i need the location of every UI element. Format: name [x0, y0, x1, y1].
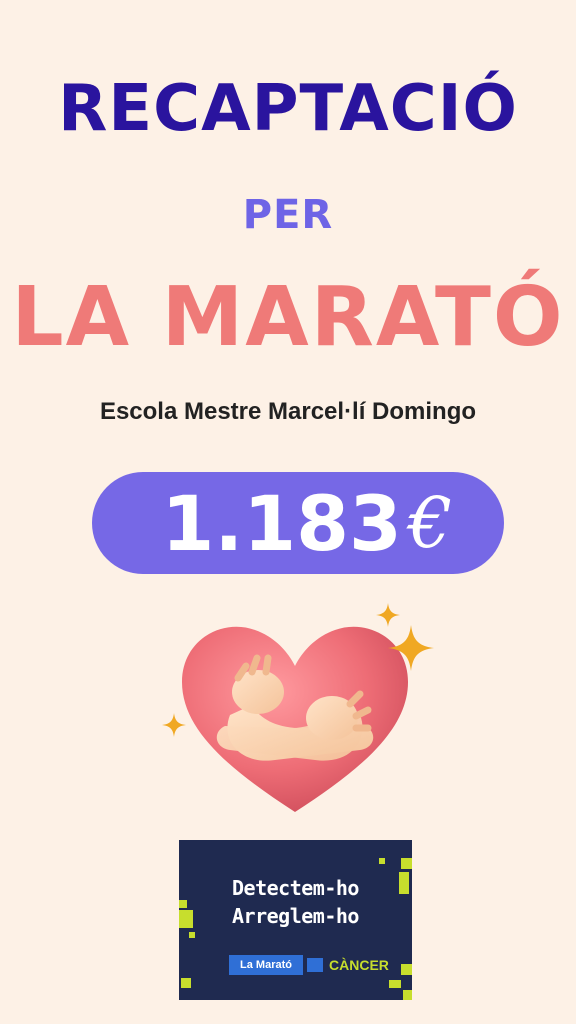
campaign-logo: Detectem-ho Arreglem-ho La Marató CÀNCER: [179, 840, 412, 1000]
sparkle-icon: [376, 603, 400, 627]
school-name: Escola Mestre Marcel·lí Domingo: [99, 398, 477, 425]
logo-line-2: Arreglem-ho: [232, 904, 359, 928]
logo-cause-label: CÀNCER: [329, 957, 389, 973]
amount-value: 1.183: [161, 478, 402, 568]
title-la-marato: LA MARATÓ: [11, 270, 565, 365]
logo-org-mark: [307, 958, 323, 972]
logo-org-label: La Marató: [229, 955, 303, 975]
sparkle-icon: [162, 713, 186, 737]
title-per: PER: [242, 192, 334, 238]
sparkle-icon: [388, 625, 434, 671]
title-recaptacio: RECAPTACIÓ: [58, 72, 518, 146]
currency-symbol: €: [407, 482, 453, 564]
logo-line-1: Detectem-ho: [232, 876, 359, 900]
amount-badge: 1.183 €: [92, 472, 504, 574]
